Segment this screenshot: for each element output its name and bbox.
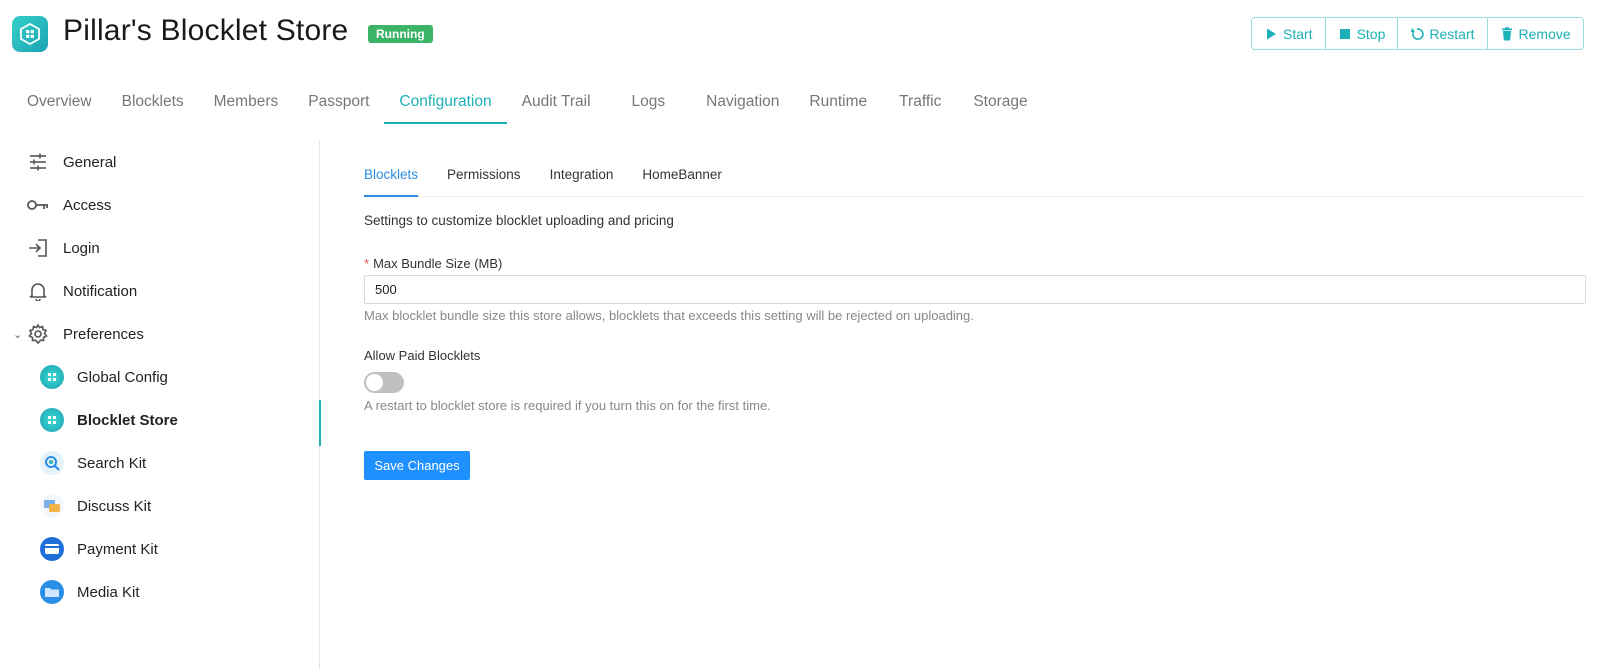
settings-sidebar: General Access Login Notification ⌄ Pref… <box>0 140 321 669</box>
sidebar-item-discuss-kit[interactable]: Discuss Kit <box>0 486 320 526</box>
subtab-blocklets[interactable]: Blocklets <box>364 163 419 197</box>
tab-runtime[interactable]: Runtime <box>794 84 882 124</box>
remove-button[interactable]: Remove <box>1488 18 1583 49</box>
tab-audit-trail[interactable]: Audit Trail <box>507 84 606 124</box>
sidebar-item-access[interactable]: Access <box>0 185 320 225</box>
sidebar-item-search-kit[interactable]: Search Kit <box>0 443 320 483</box>
tab-members[interactable]: Members <box>199 84 294 124</box>
tab-passport[interactable]: Passport <box>293 84 384 124</box>
sidebar-item-blocklet-store[interactable]: Blocklet Store <box>0 400 321 446</box>
remove-button-label: Remove <box>1518 25 1571 42</box>
app-header: Pillar's Blocklet Store Running Start St… <box>0 0 1600 68</box>
status-badge: Running <box>368 25 433 43</box>
sidebar-item-label: General <box>63 153 117 171</box>
search-kit-icon <box>40 451 64 475</box>
main-tabs: Overview Blocklets Members Passport Conf… <box>12 84 1043 126</box>
sidebar-item-label: Notification <box>63 282 138 300</box>
sidebar-item-label: Access <box>63 196 112 214</box>
start-button[interactable]: Start <box>1252 18 1326 49</box>
gear-icon <box>26 322 50 346</box>
max-bundle-label-text: Max Bundle Size (MB) <box>373 256 503 271</box>
allow-paid-help: A restart to blocklet store is required … <box>364 398 771 413</box>
allow-paid-toggle[interactable] <box>364 372 404 393</box>
stop-icon <box>1339 28 1350 39</box>
tab-blocklets[interactable]: Blocklets <box>107 84 199 124</box>
bell-icon <box>26 279 50 303</box>
global-config-icon <box>40 365 64 389</box>
sidebar-item-media-kit[interactable]: Media Kit <box>0 572 320 612</box>
sidebar-item-label: Payment Kit <box>77 540 158 558</box>
blocklet-store-icon <box>40 408 64 432</box>
sidebar-item-label: Preferences <box>63 325 144 343</box>
max-bundle-help: Max blocklet bundle size this store allo… <box>364 308 974 323</box>
chevron-down-icon: ⌄ <box>13 328 23 341</box>
allow-paid-label: Allow Paid Blocklets <box>364 348 481 363</box>
sidebar-item-label: Search Kit <box>77 454 147 472</box>
sidebar-item-label: Blocklet Store <box>77 411 178 429</box>
app-logo-icon <box>12 16 48 52</box>
key-icon <box>26 193 50 217</box>
sidebar-item-label: Global Config <box>77 368 168 386</box>
tab-traffic[interactable]: Traffic <box>882 84 958 124</box>
discuss-kit-icon <box>40 494 64 518</box>
section-description: Settings to customize blocklet uploading… <box>364 213 674 228</box>
restart-icon <box>1411 27 1425 40</box>
sidebar-item-notification[interactable]: Notification <box>0 271 320 311</box>
trash-icon <box>1501 26 1512 40</box>
tab-logs[interactable]: Logs <box>606 84 692 124</box>
restart-button[interactable]: Restart <box>1398 18 1488 49</box>
start-button-label: Start <box>1283 25 1313 42</box>
sidebar-item-label: Discuss Kit <box>77 497 152 515</box>
play-icon <box>1267 28 1276 39</box>
sidebar-item-global-config[interactable]: Global Config <box>0 357 320 397</box>
sidebar-item-label: Media Kit <box>77 583 140 601</box>
sidebar-item-general[interactable]: General <box>0 142 320 182</box>
toggle-knob <box>366 374 383 391</box>
sidebar-item-login[interactable]: Login <box>0 228 320 268</box>
media-kit-icon <box>40 580 64 604</box>
required-mark: * <box>364 256 370 271</box>
config-subtabs: Blocklets Permissions Integration HomeBa… <box>364 163 1586 197</box>
action-button-group: Start Stop Restart Remove <box>1251 17 1584 50</box>
tab-navigation[interactable]: Navigation <box>691 84 794 124</box>
sliders-icon <box>26 150 50 174</box>
max-bundle-label: * Max Bundle Size (MB) <box>364 256 502 271</box>
stop-button[interactable]: Stop <box>1326 18 1399 49</box>
payment-kit-icon <box>40 537 64 561</box>
subtab-homebanner[interactable]: HomeBanner <box>642 163 722 197</box>
page-title: Pillar's Blocklet Store <box>63 14 349 47</box>
tab-storage[interactable]: Storage <box>958 84 1042 124</box>
tab-configuration[interactable]: Configuration <box>384 84 507 124</box>
tab-overview[interactable]: Overview <box>12 84 107 124</box>
subtab-integration[interactable]: Integration <box>550 163 614 197</box>
login-icon <box>26 236 50 260</box>
stop-button-label: Stop <box>1356 25 1386 42</box>
sidebar-item-label: Login <box>63 239 100 257</box>
sidebar-item-preferences[interactable]: ⌄ Preferences <box>0 314 320 354</box>
subtab-permissions[interactable]: Permissions <box>447 163 521 197</box>
max-bundle-size-input[interactable] <box>364 275 1586 304</box>
restart-button-label: Restart <box>1429 25 1475 42</box>
sidebar-item-payment-kit[interactable]: Payment Kit <box>0 529 320 569</box>
save-changes-button[interactable]: Save Changes <box>364 451 470 480</box>
